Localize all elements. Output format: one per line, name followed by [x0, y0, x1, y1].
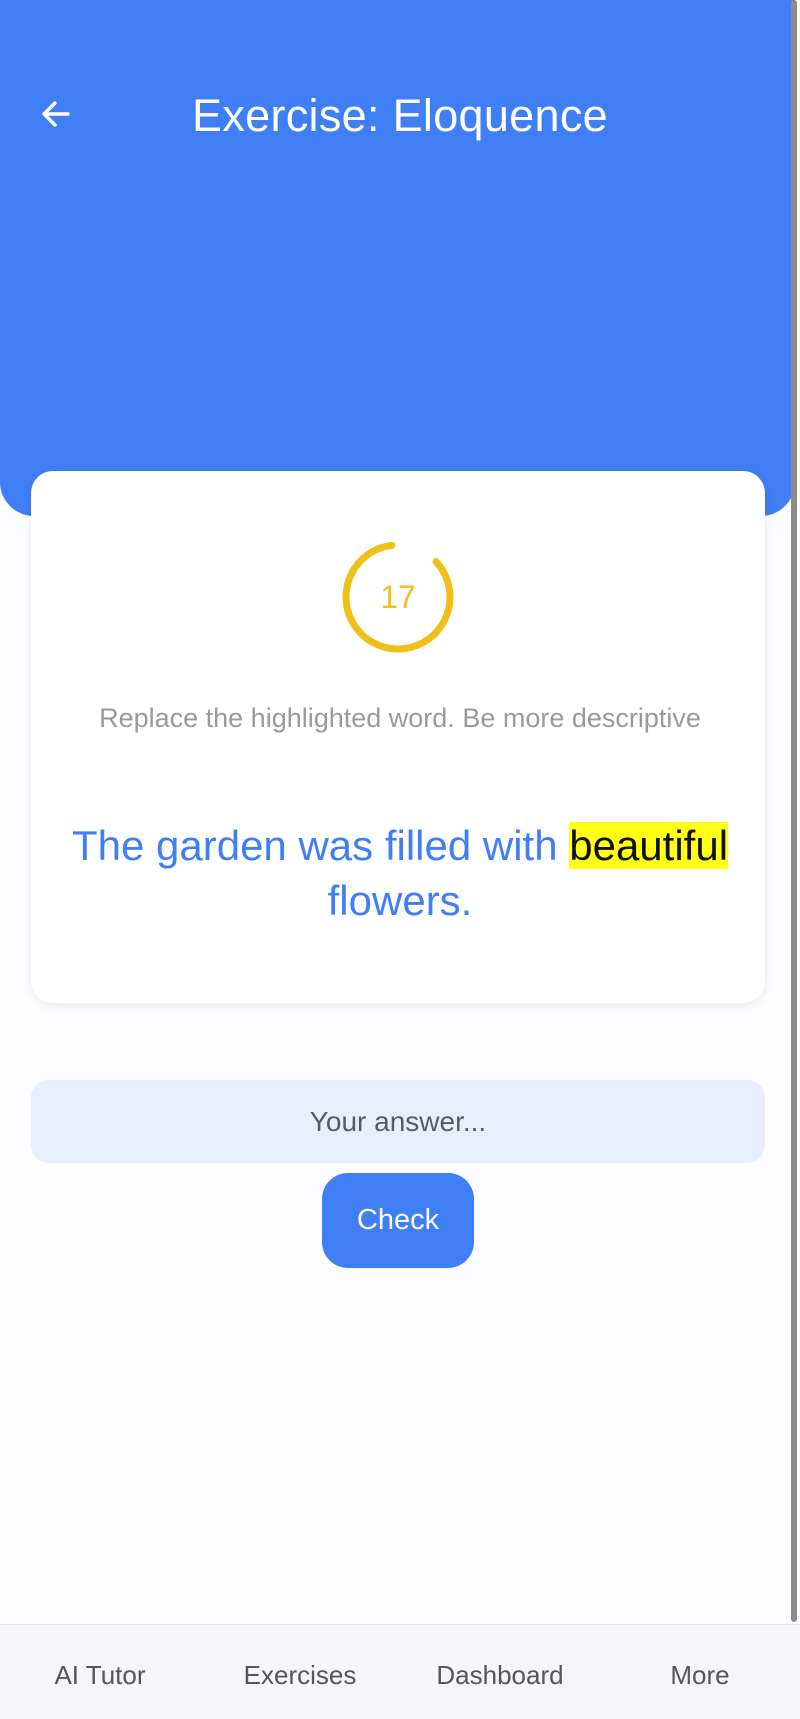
tab-more[interactable]: More [600, 1625, 800, 1719]
sentence-after: flowers. [327, 877, 473, 924]
arrow-left-icon [42, 101, 70, 127]
answer-input[interactable] [31, 1080, 765, 1163]
back-button[interactable] [30, 88, 82, 140]
tab-dashboard[interactable]: Dashboard [400, 1625, 600, 1719]
scrollbar[interactable] [791, 0, 797, 1622]
tab-exercises[interactable]: Exercises [200, 1625, 400, 1719]
countdown-timer: 17 [341, 540, 455, 654]
page-title: Exercise: Eloquence [192, 90, 608, 141]
sentence-before: The garden was filled with [71, 822, 570, 869]
instruction-text: Replace the highlighted word. Be more de… [99, 703, 701, 733]
highlighted-word: beautiful [569, 822, 729, 869]
timer-value: 17 [380, 579, 416, 615]
check-button[interactable]: Check [322, 1173, 474, 1268]
header-background [0, 0, 795, 516]
tab-ai-tutor[interactable]: AI Tutor [0, 1625, 200, 1719]
bottom-tab-bar: AI Tutor Exercises Dashboard More [0, 1624, 800, 1719]
exercise-screen: Exercise: Eloquence 17 Replace the highl… [0, 0, 800, 1719]
exercise-sentence: The garden was filled with beautiful flo… [70, 818, 730, 928]
